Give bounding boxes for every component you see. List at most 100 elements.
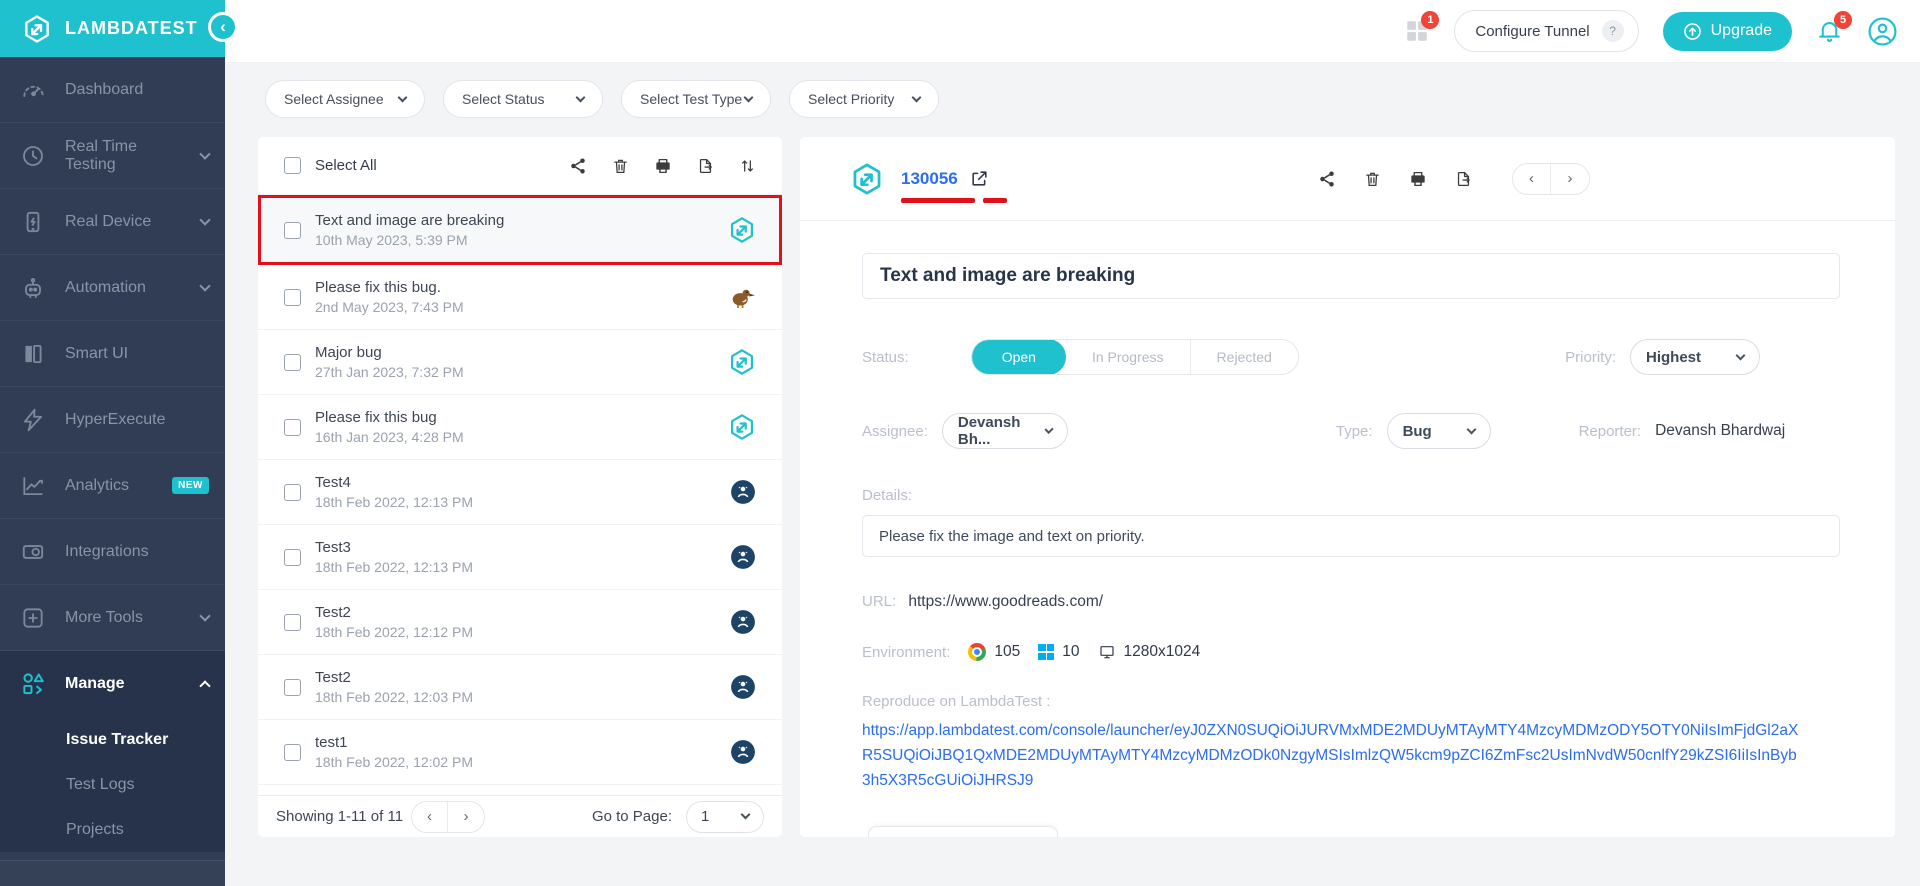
issue-title-input[interactable] (862, 253, 1840, 299)
issue-row[interactable]: Test3 18th Feb 2022, 12:13 PM (258, 525, 782, 590)
pager: ‹ › (411, 801, 485, 833)
brand-name: LAMBDATEST (65, 18, 198, 39)
row-checkbox[interactable] (284, 419, 301, 436)
prev-issue-button[interactable]: ‹ (1513, 164, 1551, 194)
issue-title: Test4 (315, 474, 473, 491)
environment-label: Environment: (862, 644, 950, 661)
details-input[interactable] (862, 515, 1840, 557)
sidebar-item-hyperexecute[interactable]: HyperExecute (0, 387, 225, 453)
sidebar-item-label: Dashboard (65, 81, 143, 99)
next-issue-button[interactable]: › (1551, 164, 1589, 194)
reproduce-link[interactable]: https://app.lambdatest.com/console/launc… (862, 719, 1802, 793)
user-avatar-icon (730, 544, 756, 570)
share-icon[interactable] (569, 157, 587, 175)
sidebar-item-more-tools[interactable]: More Tools (0, 585, 225, 651)
next-page-button[interactable]: › (448, 802, 484, 832)
select-all-checkbox[interactable] (284, 157, 301, 174)
sidebar-item-manage[interactable]: Manage (0, 651, 225, 717)
row-checkbox[interactable] (284, 222, 301, 239)
sidebar-nav: Dashboard Real Time Testing Real Device … (0, 57, 225, 852)
assignee-value: Devansh Bh... (958, 414, 1044, 448)
issue-title: Test2 (315, 604, 473, 621)
row-checkbox[interactable] (284, 744, 301, 761)
external-link-icon[interactable] (970, 169, 989, 188)
issue-date: 18th Feb 2022, 12:03 PM (315, 689, 473, 705)
sidebar-item-smart-ui[interactable]: Smart UI (0, 321, 225, 387)
sidebar-item-issue-tracker[interactable]: Issue Tracker (0, 717, 225, 762)
assignee-dropdown[interactable]: Devansh Bh... (942, 413, 1068, 449)
topbar: 1 Configure Tunnel ? Upgrade 5 (225, 0, 1920, 63)
sidebar-item-real-device[interactable]: Real Device (0, 189, 225, 255)
page-select-dropdown[interactable]: 1 (686, 801, 764, 833)
brand-header: LAMBDATEST (0, 0, 225, 57)
priority-dropdown[interactable]: Highest (1630, 339, 1760, 375)
share-icon[interactable] (1318, 170, 1336, 188)
issue-row[interactable]: test1 18th Feb 2022, 12:02 PM (258, 720, 782, 785)
configure-tunnel-button[interactable]: Configure Tunnel ? (1454, 10, 1638, 52)
export-file-icon[interactable] (1455, 170, 1472, 188)
help-icon[interactable]: ? (1602, 20, 1624, 42)
status-rejected-button[interactable]: Rejected (1191, 339, 1298, 375)
sidebar-item-analytics[interactable]: Analytics NEW (0, 453, 225, 519)
sidebar-collapse-button[interactable]: ‹ (208, 12, 238, 42)
bell-badge: 5 (1834, 11, 1852, 29)
status-in-progress-button[interactable]: In Progress (1066, 339, 1191, 375)
lambdatest-logo-icon (728, 216, 756, 244)
select-priority-dropdown[interactable]: Select Priority (789, 80, 939, 118)
detail-header: 130056 ‹ › (800, 137, 1895, 221)
assignee-label: Assignee: (862, 423, 928, 440)
sort-icon[interactable] (739, 157, 756, 175)
sidebar-item-label: More Tools (65, 609, 143, 627)
notifications-bell-icon[interactable]: 5 (1816, 18, 1843, 45)
issue-id-link[interactable]: 130056 (901, 169, 958, 189)
hidden-panel-edge (868, 826, 1058, 837)
issue-row[interactable]: Major bug 27th Jan 2023, 7:32 PM (258, 330, 782, 395)
select-status-dropdown[interactable]: Select Status (443, 80, 603, 118)
issue-row-partial[interactable]: Test (258, 785, 782, 795)
filter-label: Select Priority (808, 91, 894, 107)
select-test-type-dropdown[interactable]: Select Test Type (621, 80, 771, 118)
issue-row[interactable]: Test2 18th Feb 2022, 12:03 PM (258, 655, 782, 720)
issue-row[interactable]: Please fix this bug. 2nd May 2023, 7:43 … (258, 265, 782, 330)
printer-icon[interactable] (654, 157, 672, 175)
issue-title: Test2 (315, 669, 473, 686)
export-file-icon[interactable] (697, 157, 714, 175)
select-assignee-dropdown[interactable]: Select Assignee (265, 80, 425, 118)
apps-grid-icon[interactable]: 1 (1404, 18, 1430, 44)
select-all-label: Select All (315, 157, 377, 174)
sidebar-item-label: Integrations (65, 543, 149, 561)
trash-icon[interactable] (1364, 170, 1381, 188)
upgrade-button[interactable]: Upgrade (1663, 12, 1792, 51)
issue-row[interactable]: Test4 18th Feb 2022, 12:13 PM (258, 460, 782, 525)
reproduce-label: Reproduce on LambdaTest : (862, 693, 1840, 710)
sidebar-item-dashboard[interactable]: Dashboard (0, 57, 225, 123)
issue-title: test1 (315, 734, 473, 751)
row-checkbox[interactable] (284, 614, 301, 631)
row-checkbox[interactable] (284, 289, 301, 306)
trash-icon[interactable] (612, 157, 629, 175)
row-checkbox[interactable] (284, 354, 301, 371)
status-open-button[interactable]: Open (972, 339, 1066, 375)
prev-page-button[interactable]: ‹ (412, 802, 448, 832)
robot-icon (20, 275, 48, 301)
sidebar-item-real-time-testing[interactable]: Real Time Testing (0, 123, 225, 189)
sidebar-item-automation[interactable]: Automation (0, 255, 225, 321)
manage-section: Manage Issue Tracker Test Logs Projects (0, 651, 225, 852)
row-checkbox[interactable] (284, 549, 301, 566)
issue-list-panel: Select All Text and image are breaking 1… (258, 137, 782, 837)
sidebar-subitem-label: Issue Tracker (66, 731, 168, 749)
issue-row-selected[interactable]: Text and image are breaking 10th May 202… (258, 195, 782, 265)
user-avatar-icon[interactable] (1867, 16, 1898, 47)
row-checkbox[interactable] (284, 484, 301, 501)
issue-date: 10th May 2023, 5:39 PM (315, 232, 504, 248)
sidebar-item-label: Automation (65, 279, 146, 297)
row-checkbox[interactable] (284, 679, 301, 696)
sidebar-item-integrations[interactable]: Integrations (0, 519, 225, 585)
type-dropdown[interactable]: Bug (1387, 413, 1491, 449)
issue-row[interactable]: Please fix this bug 16th Jan 2023, 4:28 … (258, 395, 782, 460)
sidebar-item-test-logs[interactable]: Test Logs (0, 762, 225, 807)
browser-version: 105 (994, 643, 1020, 661)
sidebar-item-projects[interactable]: Projects (0, 807, 225, 852)
issue-row[interactable]: Test2 18th Feb 2022, 12:12 PM (258, 590, 782, 655)
printer-icon[interactable] (1409, 170, 1427, 188)
